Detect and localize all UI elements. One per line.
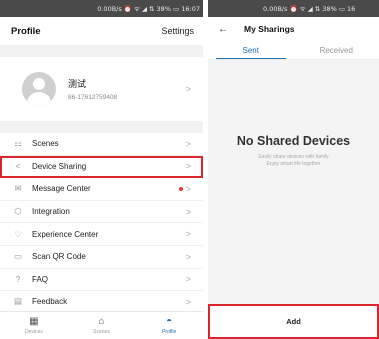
chevron-right-icon: >: [185, 138, 191, 149]
menu-item-label: Scenes: [32, 139, 59, 149]
menu-list: ⚏ Scenes > < Device Sharing > ✉ Message Center >…: [0, 133, 203, 314]
page-title: My Sharings: [244, 24, 295, 34]
menu-item-message-center[interactable]: ✉ Message Center >: [0, 178, 203, 201]
profile-card[interactable]: 测试 86-17612759408 >: [0, 57, 203, 121]
profile-screen: 0.00B/s ⏰ ᯤ ◢ ⇅ 38% ▭ 16:07 Profile Sett…: [0, 0, 203, 339]
message-icon: ✉: [14, 183, 22, 194]
status-bar: 0.00B/s ⏰ ᯤ ◢ ⇅ 38% ▭ 16: [208, 0, 379, 17]
avatar: [22, 72, 56, 106]
menu-item-integration[interactable]: ⬡ Integration >: [0, 201, 203, 224]
empty-title: No Shared Devices: [236, 134, 351, 148]
add-button-label: Add: [286, 317, 301, 326]
tab-profile[interactable]: ◓ Profile: [135, 312, 203, 339]
menu-item-label: Scan QR Code: [32, 252, 86, 262]
menu-item-label: Integration: [32, 207, 70, 217]
menu-item-label: Message Center: [32, 184, 91, 194]
empty-subtitle-line: Easily share devices with family: [258, 154, 329, 160]
tab-sent[interactable]: Sent: [208, 41, 294, 59]
sharing-tabs: Sent Received: [208, 41, 379, 59]
menu-item-label: Experience Center: [32, 229, 99, 239]
chevron-right-icon: >: [185, 183, 191, 194]
chevron-right-icon: >: [185, 251, 191, 262]
notification-dot: [178, 186, 183, 191]
my-sharings-screen: 0.00B/s ⏰ ᯤ ◢ ⇅ 38% ▭ 16 ← My Sharings S…: [208, 0, 379, 339]
divider: [0, 121, 203, 133]
menu-item-faq[interactable]: ? FAQ >: [0, 269, 203, 292]
menu-item-label: Device Sharing: [32, 161, 87, 171]
page-title: Profile: [11, 25, 41, 37]
faq-icon: ?: [15, 274, 21, 285]
empty-subtitle-line: Enjoy smart life together: [266, 160, 321, 167]
add-button[interactable]: Add: [208, 304, 379, 339]
integration-icon: ⬡: [14, 206, 22, 217]
chevron-right-icon: >: [185, 161, 191, 172]
home-icon: ⌂: [98, 315, 105, 327]
menu-item-experience-center[interactable]: ♡ Experience Center >: [0, 223, 203, 246]
status-bar: 0.00B/s ⏰ ᯤ ◢ ⇅ 38% ▭ 16:07: [0, 0, 203, 17]
sharings-content: No Shared Devices Easily share devices w…: [208, 59, 379, 304]
menu-item-scenes[interactable]: ⚏ Scenes >: [0, 133, 203, 156]
menu-item-scan-qr-code[interactable]: ▭ Scan QR Code >: [0, 246, 203, 269]
scenes-icon: ⚏: [14, 138, 22, 149]
empty-state: No Shared Devices Easily share devices w…: [208, 134, 379, 168]
menu-item-device-sharing[interactable]: < Device Sharing >: [0, 155, 203, 179]
qr-icon: ▭: [13, 251, 23, 262]
tab-scenes[interactable]: ⌂ Scenes: [68, 312, 136, 339]
chevron-right-icon: >: [185, 229, 191, 240]
tab-received[interactable]: Received: [294, 41, 379, 59]
settings-button[interactable]: Settings: [161, 26, 194, 36]
chevron-right-icon: >: [185, 274, 191, 285]
empty-subtitle: Easily share devices with family Enjoy s…: [208, 154, 379, 168]
profile-icon: ◓: [166, 315, 173, 327]
profile-name: 测试: [68, 79, 87, 89]
profile-phone: 86-17612759408: [68, 94, 118, 101]
tab-label: Scenes: [93, 328, 110, 335]
tab-devices[interactable]: ▦ Devices: [0, 312, 68, 339]
feedback-icon: ▤: [13, 296, 23, 307]
chevron-right-icon: >: [185, 84, 191, 94]
divider: [0, 45, 203, 57]
profile-header: Profile Settings: [0, 17, 203, 45]
heart-icon: ♡: [14, 228, 22, 239]
sharings-header: ← My Sharings: [208, 17, 379, 41]
tab-label: Devices: [24, 328, 43, 335]
chevron-right-icon: >: [185, 206, 191, 217]
share-icon: <: [15, 161, 21, 172]
bottom-tab-bar: ▦ Devices ⌂ Scenes ◓ Profile: [0, 311, 203, 339]
tab-label: Profile: [162, 328, 177, 335]
menu-item-label: FAQ: [32, 274, 49, 284]
menu-item-label: Feedback: [32, 297, 68, 307]
back-arrow-icon[interactable]: ←: [218, 24, 228, 35]
chevron-right-icon: >: [185, 296, 191, 307]
devices-icon: ▦: [29, 315, 39, 327]
